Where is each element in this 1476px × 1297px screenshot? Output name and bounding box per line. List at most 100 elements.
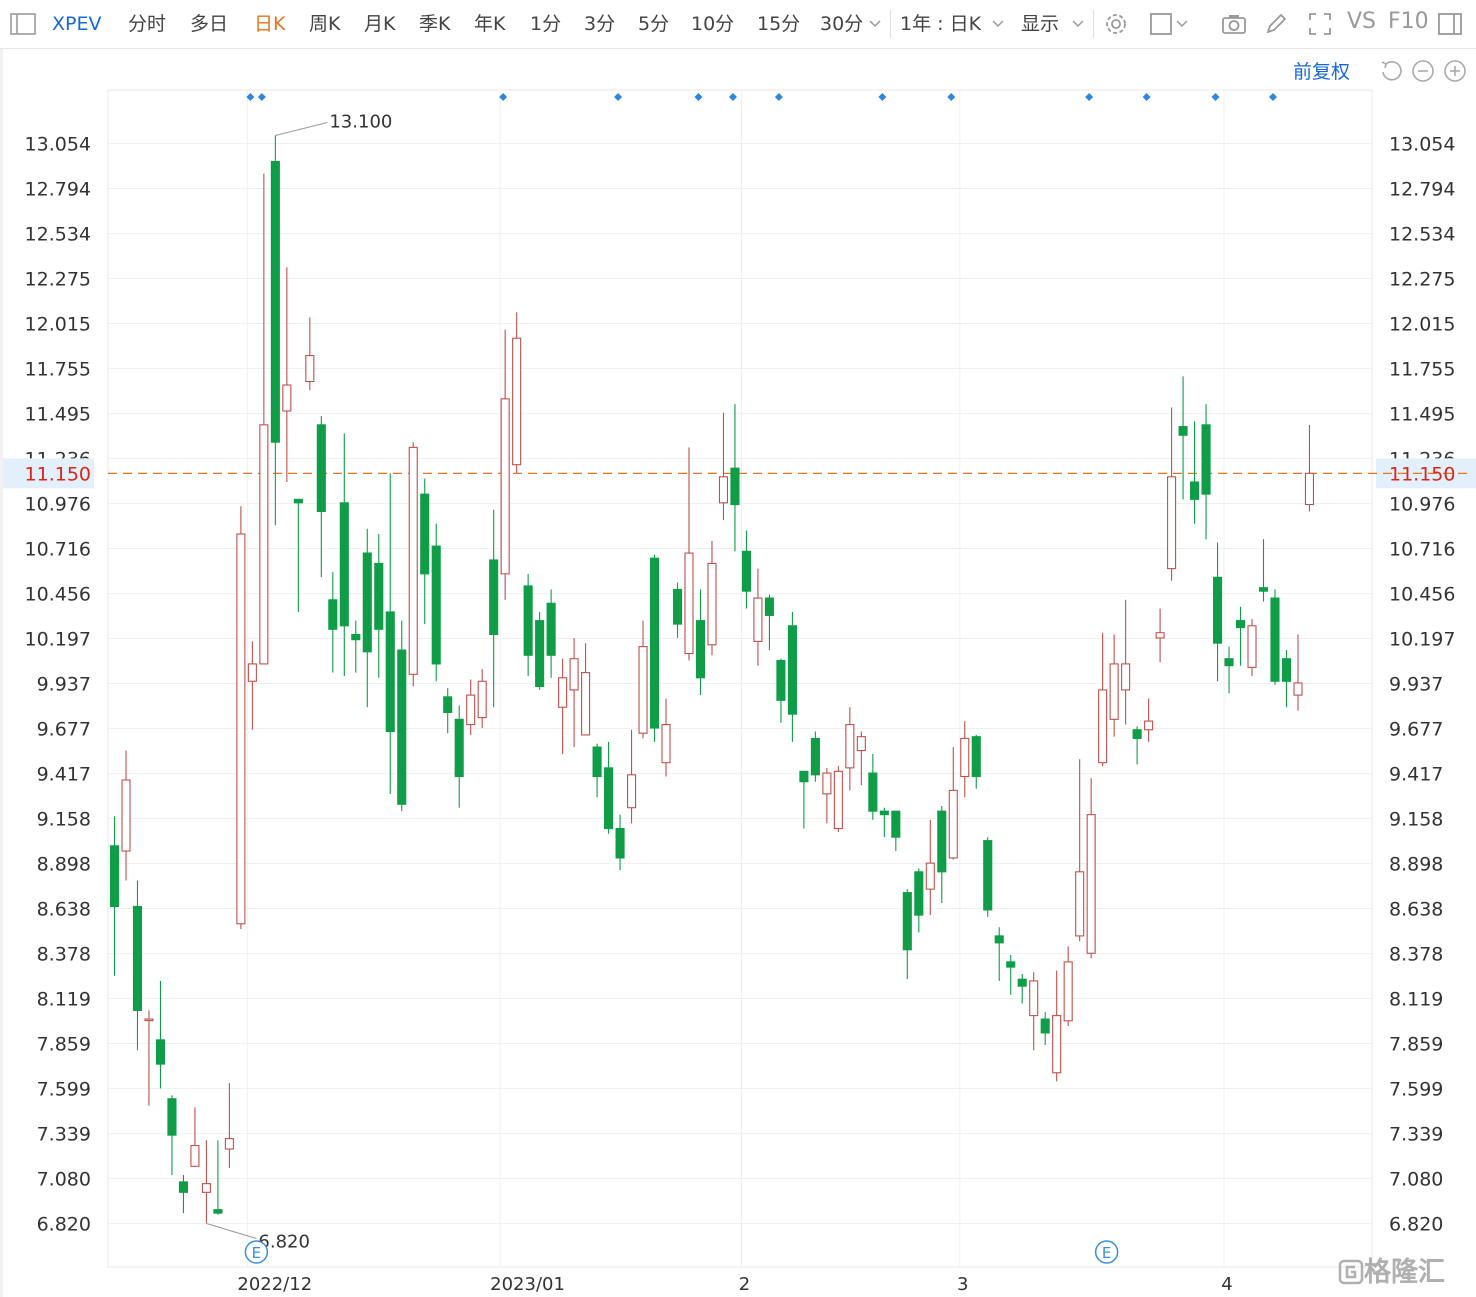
candle-body[interactable]	[466, 694, 476, 726]
candle-body[interactable]	[914, 871, 924, 916]
candle-body[interactable]	[902, 892, 912, 951]
candle-body[interactable]	[822, 772, 832, 795]
candle-body[interactable]	[213, 1209, 223, 1214]
candle-body[interactable]	[178, 1181, 188, 1193]
candle-body[interactable]	[558, 677, 568, 708]
candle-body[interactable]	[1006, 961, 1016, 968]
candle-body[interactable]	[1212, 576, 1223, 644]
candle-body[interactable]	[247, 663, 257, 682]
candle-body[interactable]	[293, 498, 303, 504]
candle-body[interactable]	[1052, 1015, 1062, 1074]
candle-body[interactable]	[201, 1183, 211, 1193]
candle-body[interactable]	[1235, 620, 1246, 629]
candle-body[interactable]	[155, 1039, 166, 1065]
candle-body[interactable]	[535, 620, 545, 687]
candle-body[interactable]	[1167, 476, 1177, 570]
candle-body[interactable]	[443, 696, 453, 713]
candle-body[interactable]	[1075, 871, 1085, 937]
candle-body[interactable]	[810, 737, 820, 776]
candle-body[interactable]	[925, 862, 935, 890]
candle-body[interactable]	[282, 384, 292, 412]
candle-body[interactable]	[454, 718, 464, 778]
candle-body[interactable]	[741, 550, 752, 592]
candle-body[interactable]	[224, 1138, 234, 1150]
candle-body[interactable]	[649, 557, 660, 729]
news-marker-icon[interactable]	[728, 93, 737, 101]
candle-body[interactable]	[144, 1018, 154, 1022]
candle-body[interactable]	[948, 789, 958, 859]
candle-body[interactable]	[132, 905, 143, 1011]
candle-body[interactable]	[604, 767, 614, 830]
candle-body[interactable]	[305, 355, 315, 383]
candle-body[interactable]	[856, 736, 866, 752]
news-marker-icon[interactable]	[257, 93, 266, 101]
candle-body[interactable]	[879, 810, 889, 816]
candle-body[interactable]	[1109, 663, 1119, 720]
candle-body[interactable]	[1293, 682, 1303, 696]
news-marker-icon[interactable]	[1268, 93, 1277, 101]
candle-body[interactable]	[523, 585, 533, 656]
candle-body[interactable]	[672, 588, 683, 625]
candle-body[interactable]	[764, 597, 774, 616]
candle-body[interactable]	[753, 597, 763, 642]
candle-body[interactable]	[960, 737, 970, 778]
candle-body[interactable]	[546, 602, 556, 656]
candle-body[interactable]	[833, 770, 843, 830]
candle-body[interactable]	[259, 424, 269, 665]
candle-body[interactable]	[684, 552, 694, 655]
news-marker-icon[interactable]	[947, 93, 956, 101]
candle-body[interactable]	[385, 611, 395, 733]
candle-body[interactable]	[1144, 720, 1154, 731]
candle-body[interactable]	[971, 736, 981, 778]
news-marker-icon[interactable]	[614, 93, 623, 101]
candle-body[interactable]	[1270, 597, 1280, 682]
candle-body[interactable]	[1063, 961, 1073, 1022]
candle-body[interactable]	[776, 659, 786, 701]
candle-body[interactable]	[236, 533, 246, 925]
candle-body[interactable]	[569, 658, 579, 691]
candle-body[interactable]	[845, 724, 855, 769]
candle-body[interactable]	[270, 160, 280, 443]
candle-body[interactable]	[1121, 663, 1131, 691]
candle-body[interactable]	[1258, 587, 1269, 592]
news-marker-icon[interactable]	[878, 93, 887, 101]
news-marker-icon[interactable]	[1085, 93, 1094, 101]
news-marker-icon[interactable]	[694, 93, 703, 101]
candle-body[interactable]	[374, 562, 384, 630]
candle-body[interactable]	[121, 779, 131, 852]
candle-body[interactable]	[891, 810, 901, 838]
candle-body[interactable]	[1132, 729, 1142, 739]
candle-body[interactable]	[190, 1144, 200, 1167]
candle-body[interactable]	[787, 625, 797, 715]
candle-body[interactable]	[661, 724, 671, 764]
candle-body[interactable]	[1224, 658, 1234, 667]
candle-body[interactable]	[1086, 814, 1096, 954]
candle-body[interactable]	[730, 467, 740, 506]
candle-body[interactable]	[1190, 481, 1200, 500]
candle-body[interactable]	[799, 770, 809, 783]
candle-body[interactable]	[994, 935, 1004, 944]
candle-body[interactable]	[1247, 625, 1257, 668]
candle-body[interactable]	[1155, 632, 1165, 639]
news-marker-icon[interactable]	[774, 93, 783, 101]
candle-body[interactable]	[339, 502, 349, 627]
candle-body[interactable]	[397, 649, 407, 805]
news-marker-icon[interactable]	[1211, 93, 1220, 101]
candle-body[interactable]	[167, 1098, 177, 1136]
candle-body[interactable]	[615, 827, 625, 859]
candle-body[interactable]	[1201, 424, 1211, 495]
candle-body[interactable]	[718, 476, 729, 504]
candle-body[interactable]	[1029, 980, 1039, 1017]
candle-body[interactable]	[500, 398, 510, 575]
candle-body[interactable]	[408, 446, 418, 675]
candle-body[interactable]	[512, 337, 522, 466]
candle-body[interactable]	[316, 424, 326, 513]
candle-body[interactable]	[983, 840, 993, 911]
candle-body[interactable]	[937, 810, 947, 873]
candle-body[interactable]	[1017, 978, 1027, 987]
candle-body[interactable]	[626, 774, 637, 809]
candle-body[interactable]	[707, 562, 717, 646]
candle-body[interactable]	[477, 680, 487, 719]
candle-body[interactable]	[362, 552, 372, 653]
candle-body[interactable]	[695, 620, 706, 679]
